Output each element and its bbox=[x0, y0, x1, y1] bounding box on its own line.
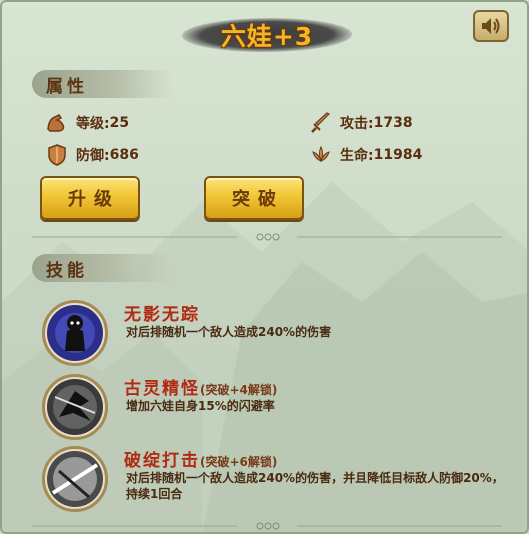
stat-attack: 攻击: 1738 bbox=[308, 110, 413, 136]
stat-defense: 防御: 686 bbox=[44, 142, 139, 168]
skill-item[interactable]: 破绽打击(突破+6解锁) 对后排随机一个敌人造成240%的伤害，并且降低目标敌人… bbox=[42, 446, 512, 516]
bottom-divider bbox=[32, 522, 502, 530]
skills-section-title: 技能 bbox=[46, 260, 88, 281]
sword-icon bbox=[308, 110, 334, 136]
shield-icon bbox=[44, 142, 70, 168]
skill-description: 增加六娃自身15%的闪避率 bbox=[126, 399, 275, 413]
attributes-section-header: 属性 bbox=[32, 70, 172, 98]
invisible-doll-icon bbox=[42, 300, 108, 366]
skill-name: 无影无踪 bbox=[124, 305, 200, 325]
breakthrough-button[interactable]: 突破 bbox=[204, 176, 304, 220]
speaker-icon bbox=[482, 18, 500, 34]
arm-strength-icon bbox=[44, 110, 70, 136]
hero-title: 六娃+3 bbox=[220, 22, 314, 51]
shadow-strike-icon bbox=[42, 374, 108, 440]
skills-section-header: 技能 bbox=[32, 254, 172, 282]
skill-name: 古灵精怪(突破+4解锁) bbox=[124, 379, 278, 399]
section-divider bbox=[32, 233, 502, 241]
lotus-icon bbox=[308, 142, 334, 168]
hero-title-banner: 六娃+3 bbox=[178, 12, 356, 58]
slash-icon bbox=[42, 446, 108, 512]
stat-level: 等级: 25 bbox=[44, 110, 129, 136]
skill-description: 对后排随机一个敌人造成240%的伤害，并且降低目标敌人防御20%，持续1回合 bbox=[126, 471, 504, 501]
upgrade-button[interactable]: 升级 bbox=[40, 176, 140, 220]
skill-item[interactable]: 无影无踪 对后排随机一个敌人造成240%的伤害 bbox=[42, 300, 512, 370]
skill-description: 对后排随机一个敌人造成240%的伤害 bbox=[126, 325, 332, 339]
skill-name: 破绽打击(突破+6解锁) bbox=[124, 451, 278, 471]
stat-hp: 生命: 11984 bbox=[308, 142, 422, 168]
sound-toggle-button[interactable] bbox=[473, 10, 509, 42]
hero-detail-panel: 六娃+3 属性 等级: 25 攻击: 1738 防御: 686 生命: 11984 bbox=[0, 0, 529, 534]
skill-item[interactable]: 古灵精怪(突破+4解锁) 增加六娃自身15%的闪避率 bbox=[42, 374, 512, 444]
attributes-section-title: 属性 bbox=[46, 76, 88, 97]
